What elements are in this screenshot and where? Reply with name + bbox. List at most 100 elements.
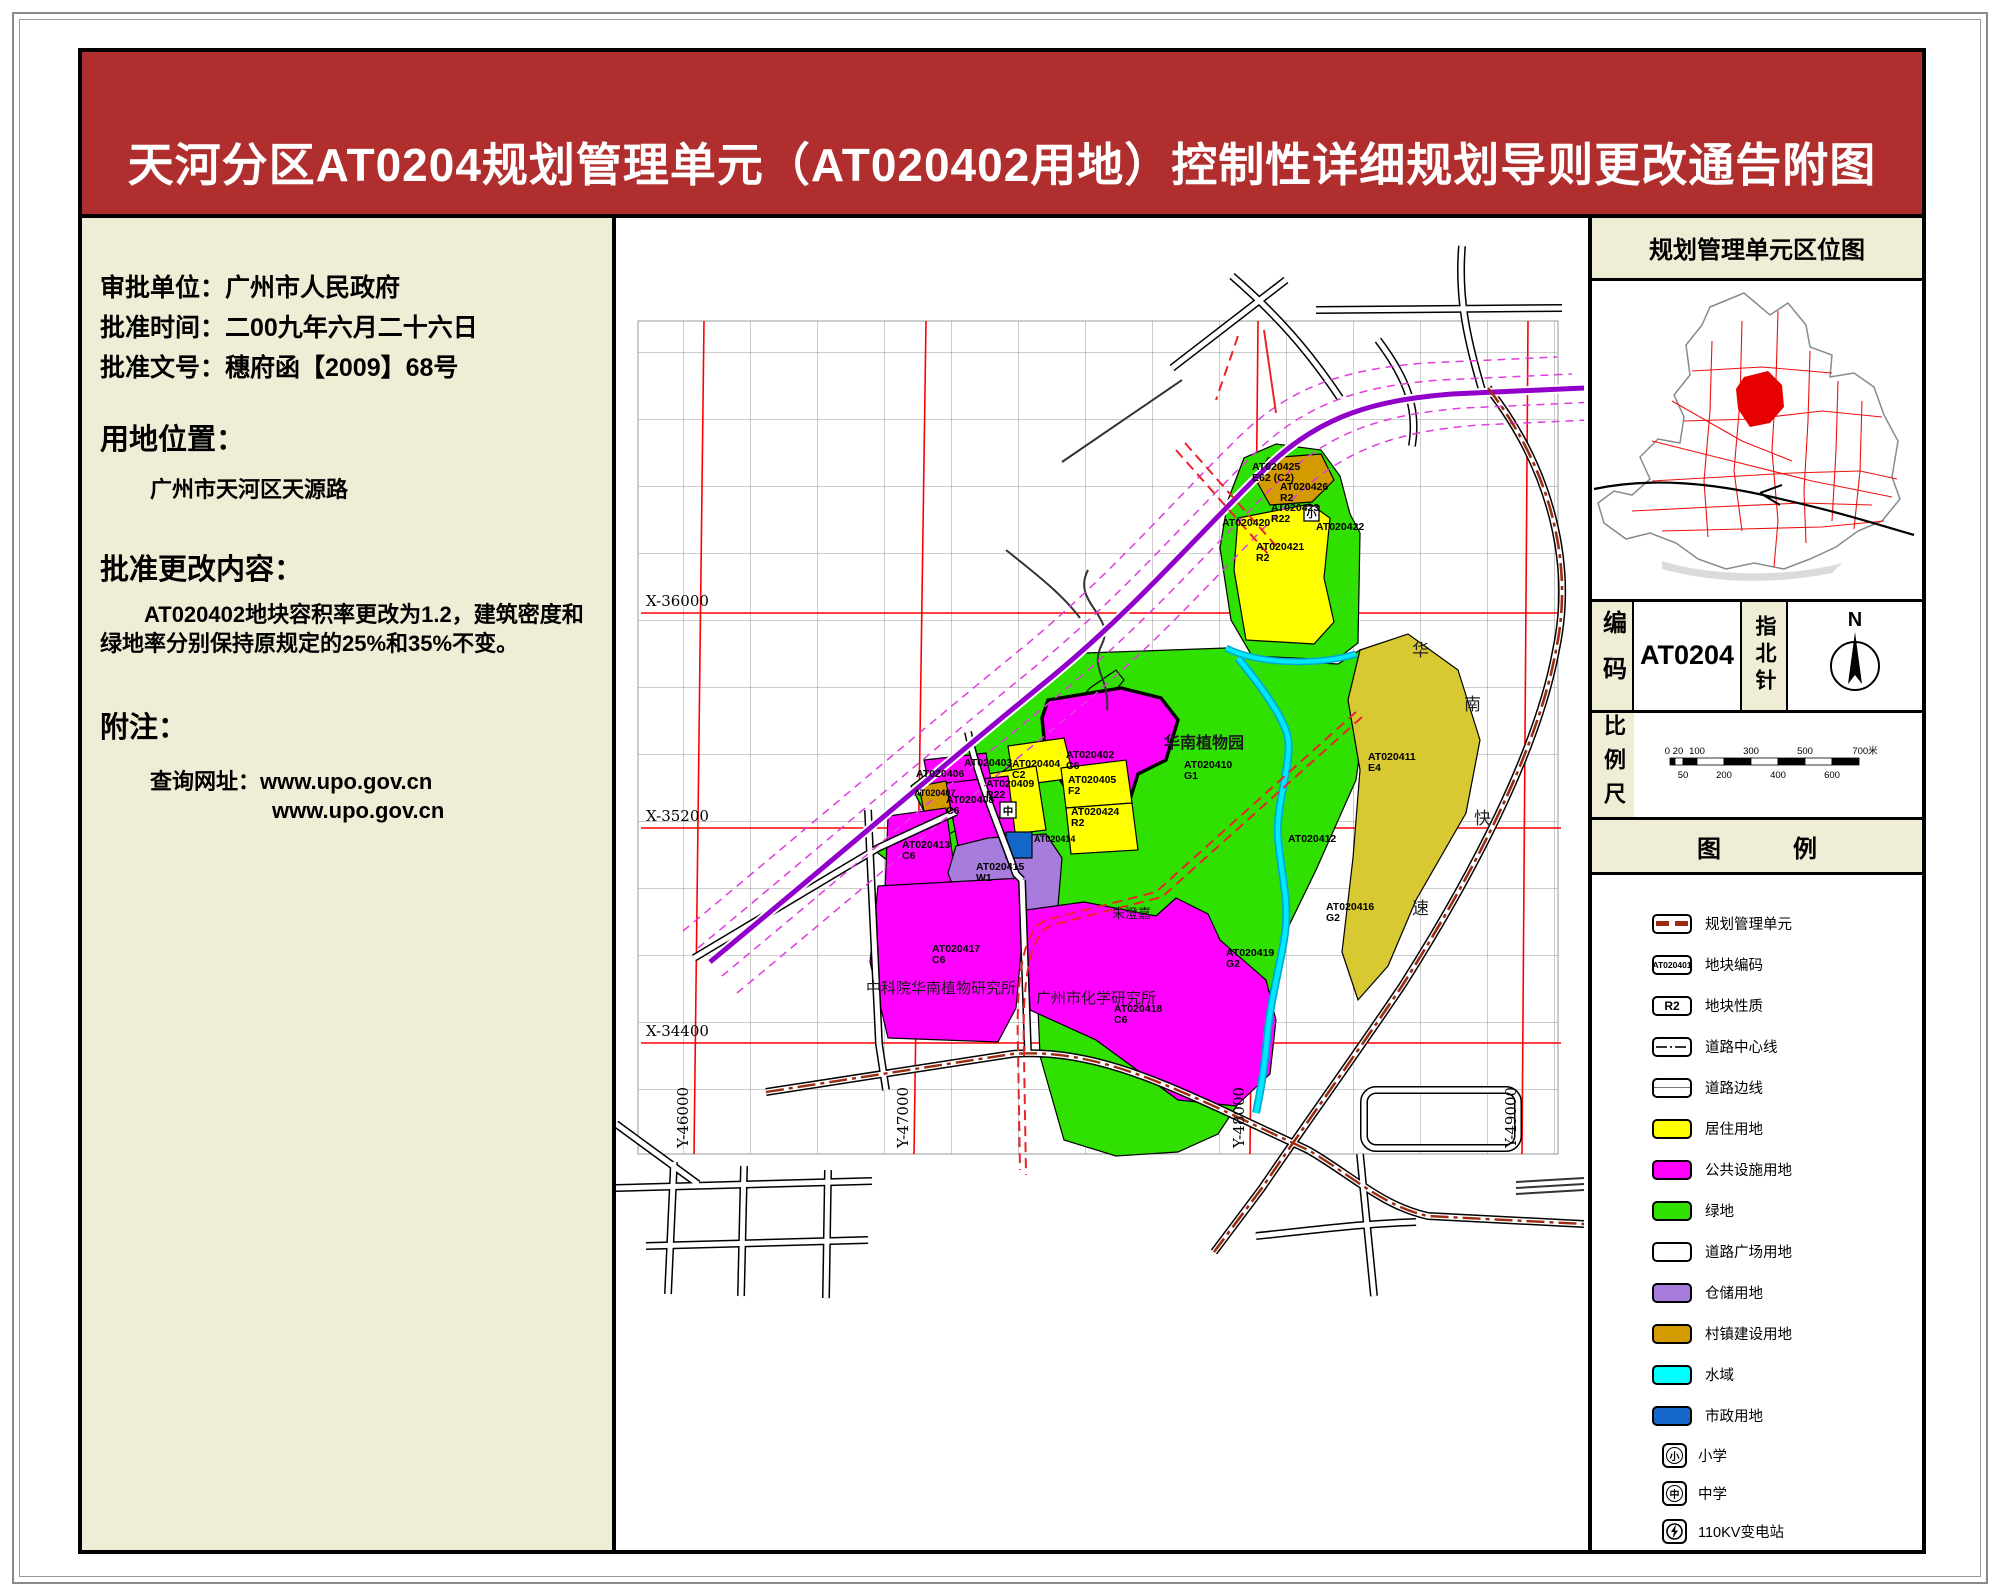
change-body: AT020402地块容积率更改为1.2，建筑密度和绿地率分别保持原规定的25%和… bbox=[100, 600, 598, 658]
city-outline bbox=[1598, 293, 1900, 569]
legend-item-primary-school: 小 小学 bbox=[1592, 1436, 1922, 1474]
boundary-swatch bbox=[1652, 914, 1692, 934]
approval-time: 批准时间：二00九年六月二十六日 bbox=[100, 308, 598, 348]
svg-text:700米: 700米 bbox=[1852, 745, 1878, 757]
page-title: 天河分区AT0204规划管理单元（AT020402用地）控制性详细规划导则更改通… bbox=[128, 71, 1877, 195]
svg-text:Y-49000: Y-49000 bbox=[1502, 1087, 1520, 1149]
location-map-canvas bbox=[1592, 281, 1918, 596]
municipal-swatch bbox=[1652, 1406, 1692, 1426]
svg-text:W1: W1 bbox=[976, 872, 992, 884]
svg-text:G2: G2 bbox=[1326, 912, 1340, 924]
legend-item-road-square: 道路广场用地 bbox=[1592, 1231, 1922, 1272]
svg-text:X-36000: X-36000 bbox=[646, 592, 709, 610]
svg-text:200: 200 bbox=[1716, 770, 1732, 781]
svg-text:AT020403: AT020403 bbox=[964, 757, 1012, 769]
svg-text:C6: C6 bbox=[932, 954, 946, 966]
compass-label: 指北针 bbox=[1742, 602, 1788, 711]
legend-item-residential: 居住用地 bbox=[1592, 1108, 1922, 1149]
svg-text:AT020412: AT020412 bbox=[1288, 833, 1336, 845]
svg-text:朱澄嘉: 朱澄嘉 bbox=[1112, 906, 1151, 921]
code-value: AT0204 bbox=[1634, 602, 1742, 711]
warehouse-swatch bbox=[1652, 1283, 1692, 1303]
scale-segments bbox=[1670, 758, 1859, 765]
svg-text:F2: F2 bbox=[1068, 785, 1080, 797]
svg-text:Y-48000: Y-48000 bbox=[1230, 1087, 1248, 1149]
substation-legend-icon bbox=[1662, 1519, 1687, 1544]
approval-doc: 批准文号：穗府函【2009】68号 bbox=[100, 348, 598, 388]
svg-text:400: 400 bbox=[1770, 770, 1786, 781]
scale-row: 比例尺 0 20 100 300 500 700米 bbox=[1592, 713, 1922, 820]
scale-label: 比例尺 bbox=[1592, 713, 1634, 817]
legend-item-road-centerline: 道路中心线 bbox=[1592, 1026, 1922, 1067]
svg-text:300: 300 bbox=[1743, 746, 1759, 757]
svg-text:G2: G2 bbox=[1226, 958, 1240, 970]
middle-school-legend-icon: 中 bbox=[1662, 1481, 1687, 1506]
svg-text:Y-47000: Y-47000 bbox=[894, 1087, 912, 1149]
north-letter: N bbox=[1848, 609, 1862, 631]
location-heading: 用地位置： bbox=[100, 416, 598, 458]
legend-item-parcel-type: R2 地块性质 bbox=[1592, 985, 1922, 1026]
legend-title: 图 例 bbox=[1592, 820, 1922, 875]
svg-text:华: 华 bbox=[1412, 641, 1429, 660]
primary-school-legend-icon: 小 bbox=[1662, 1443, 1687, 1468]
svg-text:R22: R22 bbox=[1271, 513, 1290, 525]
legend-item-water: 水域 bbox=[1592, 1354, 1922, 1395]
side-panel: 规划管理单元区位图 bbox=[1588, 218, 1922, 1550]
centerline-swatch bbox=[1652, 1037, 1692, 1057]
svg-text:R2: R2 bbox=[1256, 552, 1270, 564]
road-edge-swatch bbox=[1652, 1078, 1692, 1098]
svg-text:C6: C6 bbox=[946, 805, 960, 817]
sheet: 天河分区AT0204规划管理单元（AT020402用地）控制性详细规划导则更改通… bbox=[78, 48, 1926, 1554]
legend-item-middle-school: 中 中学 bbox=[1592, 1474, 1922, 1512]
svg-text:广州市化学研究所: 广州市化学研究所 bbox=[1036, 990, 1156, 1007]
svg-text:100: 100 bbox=[1689, 746, 1705, 757]
svg-text:E4: E4 bbox=[1368, 762, 1381, 774]
svg-text:X-34400: X-34400 bbox=[646, 1022, 709, 1040]
legend-item-village: 村镇建设用地 bbox=[1592, 1313, 1922, 1354]
svg-text:华南植物园: 华南植物园 bbox=[1164, 733, 1244, 752]
legend-item-substation: 110KV变电站 bbox=[1592, 1512, 1922, 1550]
scale-bar: 0 20 100 300 500 700米 bbox=[1634, 713, 1922, 817]
svg-text:速: 速 bbox=[1412, 899, 1429, 918]
svg-text:R22: R22 bbox=[986, 789, 1005, 801]
svg-text:AT020406: AT020406 bbox=[916, 768, 964, 780]
svg-text:50: 50 bbox=[1678, 770, 1689, 781]
svg-text:C6: C6 bbox=[1066, 760, 1080, 772]
green-space-swatch bbox=[1652, 1201, 1692, 1221]
svg-text:中科院华南植物研究所: 中科院华南植物研究所 bbox=[866, 979, 1016, 997]
road-square-swatch bbox=[1652, 1242, 1692, 1262]
change-heading: 批准更改内容： bbox=[100, 546, 598, 588]
parcel-code-swatch: AT020401 bbox=[1652, 955, 1692, 975]
svg-text:AT020422: AT020422 bbox=[1316, 521, 1364, 533]
middle-school-icon: 中 bbox=[1003, 805, 1014, 818]
location-map-title: 规划管理单元区位图 bbox=[1592, 218, 1922, 281]
public-facility-swatch bbox=[1652, 1160, 1692, 1180]
code-row: 编码 AT0204 指北针 N bbox=[1592, 602, 1922, 714]
legend-item-green-space: 绿地 bbox=[1592, 1190, 1922, 1231]
svg-text:AT020414: AT020414 bbox=[1034, 834, 1075, 844]
planning-map-canvas: 小 中 AT020425E62 (C2) AT020426R2 AT020423… bbox=[616, 218, 1584, 1547]
title-banner: 天河分区AT0204规划管理单元（AT020402用地）控制性详细规划导则更改通… bbox=[82, 52, 1922, 218]
code-label: 编码 bbox=[1592, 602, 1634, 711]
scale-ticks-top: 0 20 100 300 500 700米 bbox=[1665, 745, 1878, 757]
notes-heading: 附注： bbox=[100, 704, 598, 746]
legend-item-public-facility: 公共设施用地 bbox=[1592, 1149, 1922, 1190]
planning-map: 小 中 AT020425E62 (C2) AT020426R2 AT020423… bbox=[616, 218, 1588, 1550]
svg-text:600: 600 bbox=[1824, 770, 1840, 781]
svg-text:G1: G1 bbox=[1184, 770, 1198, 782]
query-url-2[interactable]: www.upo.gov.cn bbox=[272, 798, 598, 824]
legend-item-warehouse: 仓储用地 bbox=[1592, 1272, 1922, 1313]
village-swatch bbox=[1652, 1324, 1692, 1344]
approval-unit: 审批单位：广州市人民政府 bbox=[100, 268, 598, 308]
svg-text:AT020420: AT020420 bbox=[1222, 517, 1270, 529]
legend: 规划管理单元 AT020401 地块编码 R2 地块性质 道路中心线 道路边线 bbox=[1592, 875, 1922, 1550]
svg-text:X-35200: X-35200 bbox=[646, 807, 709, 825]
scale-ticks-bottom: 50 200 400 600 bbox=[1678, 770, 1840, 781]
legend-item-unit-boundary: 规划管理单元 bbox=[1592, 903, 1922, 944]
svg-text:500: 500 bbox=[1797, 746, 1813, 757]
legend-item-road-edge: 道路边线 bbox=[1592, 1067, 1922, 1108]
svg-text:R2: R2 bbox=[1071, 817, 1085, 829]
query-url-1[interactable]: 查询网址：www.upo.gov.cn bbox=[150, 764, 598, 796]
svg-text:南: 南 bbox=[1464, 695, 1481, 714]
location-map bbox=[1592, 281, 1922, 602]
